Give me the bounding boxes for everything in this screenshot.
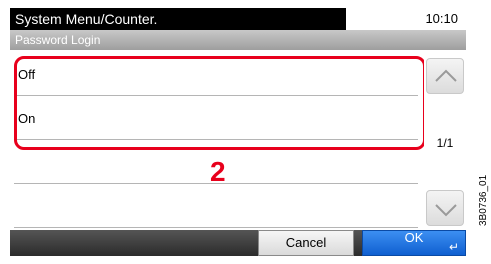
page-indicator: 1/1 [436,136,454,150]
scroll-down-button[interactable] [426,190,464,226]
ok-button[interactable]: OK ↵ [362,230,466,256]
callout-number: 2 [210,156,226,187]
clock: 10:10 [425,11,458,26]
device-screen: System Menu/Counter. 10:10 Password Logi… [10,8,466,256]
top-bar: System Menu/Counter. 10:10 [10,8,466,30]
option-off[interactable]: Off [14,54,418,96]
ok-button-label: OK [404,230,424,245]
scroll-up-button[interactable] [426,58,464,94]
cancel-button[interactable]: Cancel [258,230,354,256]
option-on[interactable]: On [14,98,418,140]
option-empty-2 [14,186,418,228]
figure-id: 3B0736_01 [478,174,489,226]
screen-title: Password Login [10,30,466,50]
scrollbar: 1/1 [424,54,466,230]
enter-icon: ↵ [448,240,459,254]
bottom-bar: Cancel OK ↵ [10,230,466,256]
menu-path-title: System Menu/Counter. [10,8,346,30]
chevron-up-icon [435,69,457,82]
option-list: Off On [14,54,418,230]
chevron-down-icon [435,204,457,217]
